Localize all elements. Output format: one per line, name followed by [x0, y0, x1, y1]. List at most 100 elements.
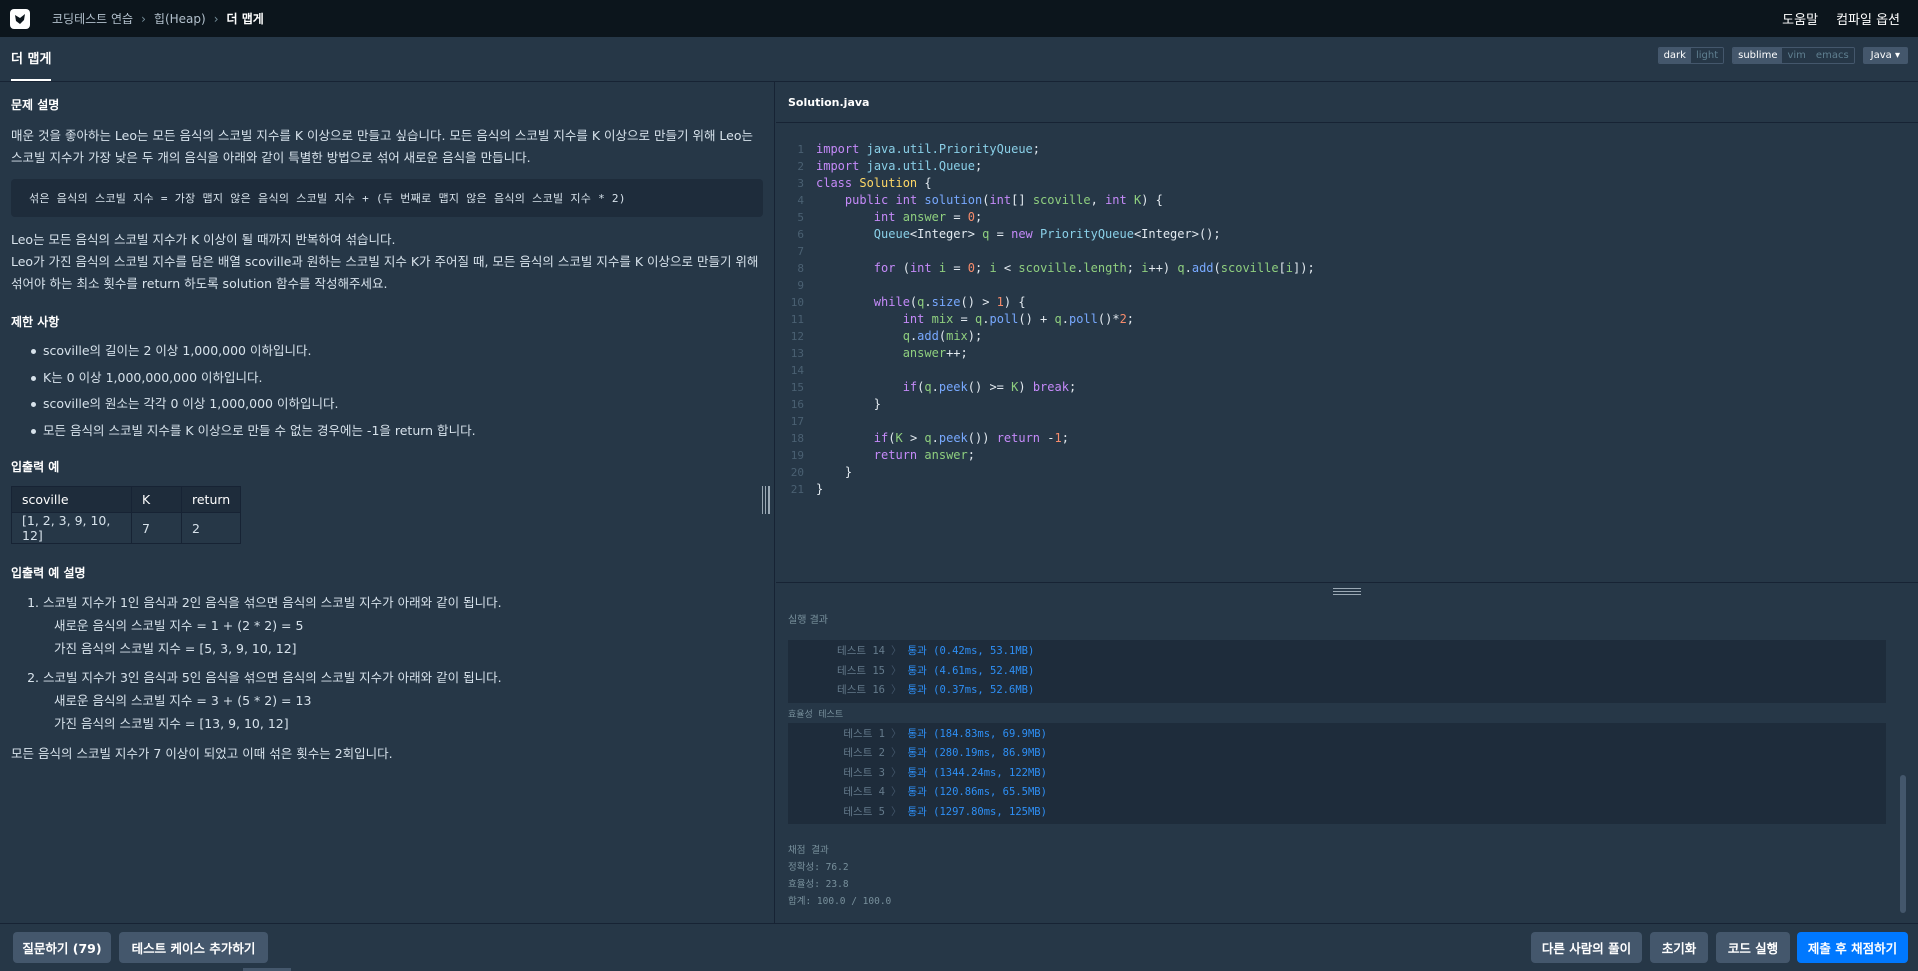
line-number: 14 [790, 364, 804, 377]
code-line: 2 import java.util.Queue; [776, 158, 1918, 175]
language-select[interactable]: Java ▾ [1862, 47, 1908, 64]
table-cell: 2 [180, 512, 242, 544]
keymap-vim-option[interactable]: vim [1782, 48, 1811, 63]
result-row: 테스트 15 〉 통과 (4.61ms, 52.4MB) [788, 662, 1886, 682]
io-example-heading: 입출력 예 [11, 460, 60, 474]
grading-title: 채점 결과 [788, 845, 829, 856]
code-line: 10 while(q.size() > 1) { [776, 294, 1918, 311]
line-number: 16 [790, 398, 804, 411]
test-result: 통과 (184.83ms, 69.9MB) [907, 727, 1047, 740]
formula-block: 섞은 음식의 스코빌 지수 = 가장 맵지 않은 음식의 스코빌 지수 + (두… [11, 179, 763, 217]
limits-heading: 제한 사항 [11, 315, 60, 329]
breadcrumb-item-heap[interactable]: 힙(Heap) [154, 10, 206, 27]
code-editor[interactable]: 1 import java.util.PriorityQueue; 2 import… [776, 123, 1918, 582]
line-number: 7 [797, 245, 804, 258]
test-label: 테스트 15 [837, 664, 885, 677]
explanation-sub: 새로운 음식의 스코빌 지수 = 1 + (2 * 2) = 5 [54, 618, 304, 633]
explanation-main: 스코빌 지수가 3인 음식과 5인 음식을 섞으면 음식의 스코빌 지수가 아래… [43, 670, 502, 685]
code-text: import java.util.Queue; [816, 159, 983, 173]
code-text: while(q.size() > 1) { [873, 295, 1026, 309]
description-paragraph-1: 매운 것을 좋아하는 Leo는 모든 음식의 스코빌 지수를 K 이상으로 만들… [11, 128, 754, 165]
ask-question-button[interactable]: 질문하기 (79) [13, 932, 111, 963]
explanation-sub: 가진 음식의 스코빌 지수 = [5, 3, 9, 10, 12] [54, 641, 297, 656]
problem-description-panel[interactable]: 문제 설명 매운 것을 좋아하는 Leo는 모든 음식의 스코빌 지수를 K 이… [0, 82, 775, 923]
others-solutions-button[interactable]: 다른 사람의 풀이 [1531, 932, 1642, 963]
test-label: 테스트 2 [843, 747, 885, 759]
line-number: 10 [790, 296, 804, 309]
line-number: 11 [790, 313, 804, 326]
code-line: 11 int mix = q.poll() + q.poll()*2; [776, 311, 1918, 328]
code-line: 18 if(K > q.peek()) return -1; [776, 430, 1918, 447]
caret-down-icon: ▾ [1894, 50, 1900, 61]
line-number: 2 [797, 160, 804, 173]
test-label: 테스트 14 [837, 645, 885, 657]
test-label: 테스트 3 [843, 766, 885, 779]
test-result: 통과 (4.61ms, 52.4MB) [907, 664, 1035, 677]
chevron-right-icon: 〉 [891, 747, 902, 759]
test-result: 통과 (0.37ms, 52.6MB) [907, 684, 1035, 696]
editor-toggles: dark light sublime vim emacs Java ▾ [1657, 47, 1908, 64]
compile-options-link[interactable]: 컴파일 옵션 [1836, 9, 1900, 28]
results-scrollbar[interactable] [1900, 775, 1906, 913]
test-result: 통과 (1297.80ms, 125MB) [907, 805, 1047, 818]
line-number: 9 [797, 279, 804, 292]
list-number: 2. [27, 670, 39, 685]
line-number: 18 [790, 432, 804, 445]
file-tab[interactable]: Solution.java [776, 82, 1918, 123]
test-label: 테스트 5 [843, 805, 885, 818]
run-code-button[interactable]: 코드 실행 [1716, 932, 1790, 963]
line-number: 5 [797, 211, 804, 224]
code-line: 7 [776, 243, 1918, 260]
limit-item: K는 0 이상 1,000,000,000 이하입니다. [11, 365, 763, 392]
line-number: 17 [790, 415, 804, 428]
panel-resize-handle[interactable] [762, 486, 770, 514]
tab-problem-title[interactable]: 더 맵게 [11, 48, 52, 81]
limit-item: 모든 음식의 스코빌 지수를 K 이상으로 만들 수 없는 경우에는 -1을 r… [11, 418, 763, 445]
chevron-right-icon: 〉 [891, 664, 902, 677]
breadcrumb-item-coding-test[interactable]: 코딩테스트 연습 [52, 10, 133, 27]
description-paragraph-3: Leo가 가진 음식의 스코빌 지수를 담은 배열 scoville과 원하는 … [11, 254, 759, 291]
accuracy-results-block: 테스트 14 〉 통과 (0.42ms, 53.1MB) 테스트 15 〉 통과 (4.… [788, 640, 1886, 703]
code-line: 13 answer++; [776, 345, 1918, 362]
theme-light-option[interactable]: light [1690, 48, 1724, 63]
result-row: 테스트 16 〉 통과 (0.37ms, 52.6MB) [788, 681, 1886, 701]
grading-summary: 채점 결과 정확성: 76.2 효율성: 23.8 합계: 100.0 / 10… [776, 824, 1918, 923]
submit-button[interactable]: 제출 후 채점하기 [1797, 932, 1908, 963]
chevron-right-icon: 〉 [891, 766, 902, 779]
io-example-table: scoville K return [1, 2, 3, 9, 10, 12] 7… [11, 486, 242, 544]
code-line: 20 } [776, 464, 1918, 481]
result-row: 테스트 14 〉 통과 (0.42ms, 53.1MB) [788, 642, 1886, 662]
test-label: 테스트 1 [843, 727, 885, 740]
test-label: 테스트 4 [843, 786, 885, 798]
code-line: 3 class Solution { [776, 175, 1918, 192]
code-line: 14 [776, 362, 1918, 379]
table-header: return [180, 486, 242, 513]
list-number: 1. [27, 595, 39, 610]
chevron-right-icon: › [141, 11, 146, 26]
action-bar: 질문하기 (79) 테스트 케이스 추가하기 다른 사람의 풀이 초기화 코드 … [0, 923, 1918, 971]
code-text: Queue<Integer> q = new PriorityQueue<Int… [873, 227, 1221, 241]
keymap-emacs-option[interactable]: emacs [1810, 48, 1854, 63]
result-row: 테스트 3 〉 통과 (1344.24ms, 122MB) [788, 764, 1886, 784]
editor-results-splitter[interactable] [776, 582, 1918, 599]
code-text: return answer; [873, 448, 975, 462]
breadcrumb-current: 더 맵게 [226, 12, 264, 26]
line-number: 12 [790, 330, 804, 343]
keymap-sublime-option[interactable]: sublime [1733, 48, 1783, 63]
code-text: for (int i = 0; i < scoville.length; i++… [873, 261, 1315, 275]
breadcrumb: 코딩테스트 연습 › 힙(Heap) › 더 맵게 [52, 10, 264, 27]
theme-dark-option[interactable]: dark [1658, 48, 1691, 63]
results-panel[interactable]: 실행 결과 테스트 14 〉 통과 (0.42ms, 53.1MB) 테스트 15 〉… [776, 599, 1918, 923]
add-testcase-button[interactable]: 테스트 케이스 추가하기 [119, 932, 268, 963]
description-paragraph-2: Leo는 모든 음식의 스코빌 지수가 K 이상이 될 때까지 반복하여 섞습니… [11, 232, 396, 247]
language-select-value: Java [1870, 50, 1892, 61]
code-line: 19 return answer; [776, 447, 1918, 464]
programmers-logo-icon[interactable] [10, 8, 30, 29]
line-number: 1 [797, 143, 804, 156]
test-label: 테스트 16 [837, 684, 885, 696]
reset-button[interactable]: 초기화 [1650, 932, 1708, 963]
result-row: 테스트 5 〉 통과 (1297.80ms, 125MB) [788, 803, 1886, 823]
test-result: 통과 (120.86ms, 65.5MB) [907, 786, 1047, 798]
test-result: 통과 (1344.24ms, 122MB) [907, 766, 1047, 779]
help-link[interactable]: 도움말 [1782, 9, 1818, 28]
